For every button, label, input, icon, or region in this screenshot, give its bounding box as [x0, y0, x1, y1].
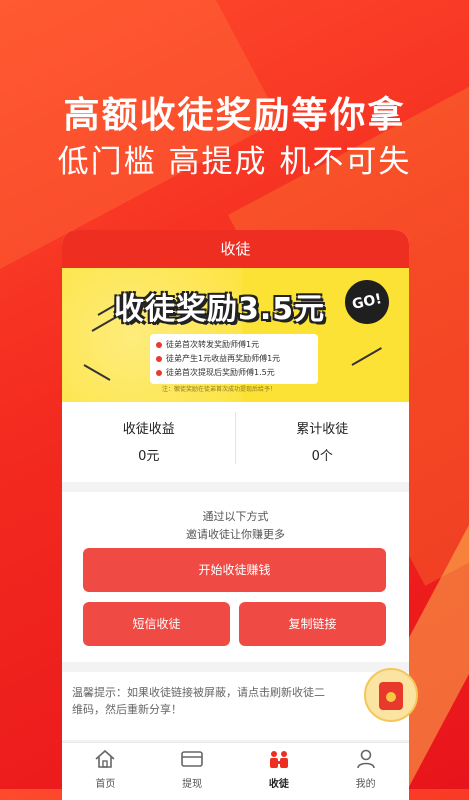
bullet-icon	[156, 342, 162, 348]
tab-label: 首页	[95, 779, 116, 790]
income-value: 0元	[138, 449, 160, 464]
divider	[235, 412, 236, 464]
tab-label: 收徒	[268, 779, 289, 790]
go-badge: GO!	[340, 275, 394, 329]
reward-rules: 徒弟首次转发奖励师傅1元 徒弟产生1元收益再奖励师傅1元 徒弟首次提现后奖励师傅…	[150, 334, 318, 384]
rule-item: 徒弟首次转发奖励师傅1元	[156, 338, 312, 352]
tip-panel: 温馨提示：如果收徒链接被屏蔽，请点击刷新收徒二 维码，然后重新分享！	[62, 672, 409, 740]
rule-item: 徒弟首次提现后奖励师傅1.5元	[156, 366, 312, 380]
page-title: 收徒	[62, 230, 409, 268]
rule-text: 徒弟首次提现后奖励师傅1.5元	[166, 368, 275, 377]
rule-text: 徒弟首次转发奖励师傅1元	[166, 340, 260, 349]
red-envelope-float-button[interactable]	[364, 668, 418, 722]
count-value: 0个	[311, 449, 333, 464]
wallet-icon	[181, 751, 203, 767]
bullet-icon	[156, 370, 162, 376]
reward-banner[interactable]: 收徒奖励3.5元 GO! 徒弟首次转发奖励师傅1元 徒弟产生1元收益再奖励师傅1…	[62, 268, 409, 402]
tab-label: 提现	[182, 779, 203, 790]
coin-icon	[386, 692, 396, 702]
start-invite-button[interactable]: 开始收徒赚钱	[83, 548, 386, 592]
tab-profile[interactable]: 我的	[322, 743, 409, 800]
tab-label: 我的	[355, 779, 376, 790]
tip-text: 维码，然后重新分享！	[72, 703, 182, 716]
phone-screen: 收徒 收徒奖励3.5元 GO! 徒弟首次转发奖励师傅1元 徒弟产生1元收益再奖励…	[62, 230, 409, 800]
invite-panel: 通过以下方式 邀请收徒让你赚更多 开始收徒赚钱 短信收徒 复制链接	[62, 492, 409, 662]
bottom-tab-bar: 首页 提现 收徒 我的	[62, 742, 409, 800]
banner-title: 收徒奖励3.5元	[114, 292, 326, 327]
tab-home[interactable]: 首页	[62, 743, 149, 800]
income-stat[interactable]: 收徒收益 0元	[62, 402, 236, 482]
count-label: 累计收徒	[296, 422, 349, 437]
count-stat[interactable]: 累计收徒 0个	[236, 402, 410, 482]
promo-subheadline: 低门槛 高提成 机不可失	[57, 144, 412, 180]
income-label: 收徒收益	[122, 422, 175, 437]
rule-item: 徒弟产生1元收益再奖励师傅1元	[156, 352, 312, 366]
banner-note: 注：徽徒奖励在徒弟首次成功提现后给予！	[162, 386, 277, 393]
home-icon	[95, 749, 115, 768]
stats-panel: 收徒收益 0元 累计收徒 0个	[62, 402, 409, 482]
tab-apprentice[interactable]: 收徒	[236, 743, 323, 800]
rule-text: 徒弟产生1元收益再奖励师傅1元	[166, 354, 281, 363]
bullet-icon	[156, 356, 162, 362]
invite-caption: 邀请收徒让你赚更多	[186, 528, 285, 541]
tip-text: 温馨提示：如果收徒链接被屏蔽，请点击刷新收徒二	[72, 686, 325, 699]
apprentice-icon	[269, 751, 288, 768]
tab-withdraw[interactable]: 提现	[149, 743, 236, 800]
sms-invite-button[interactable]: 短信收徒	[83, 602, 230, 646]
user-icon	[356, 749, 375, 769]
decor-line	[351, 347, 382, 366]
promo-headline: 高额收徒奖励等你拿	[63, 95, 406, 136]
invite-caption: 通过以下方式	[202, 510, 269, 523]
copy-link-button[interactable]: 复制链接	[239, 602, 386, 646]
